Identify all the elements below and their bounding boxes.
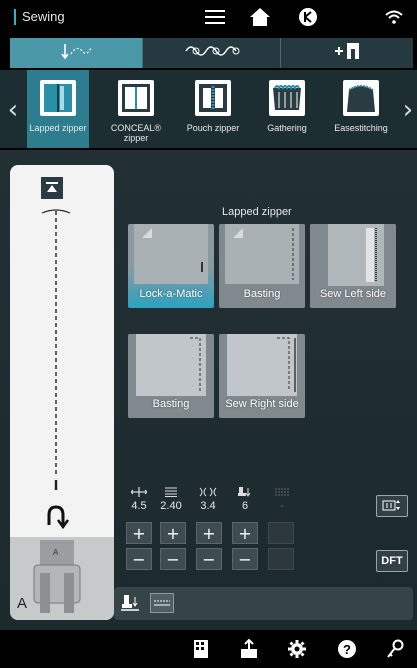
settings-gear-icon[interactable] [286,638,308,660]
param-value: 6 [241,500,249,512]
step-basting-2[interactable]: Basting [128,334,214,418]
param-thread-tension: 3.4 [195,486,221,512]
default-settings-button[interactable]: DFT [376,550,408,572]
param-value: - [280,500,284,512]
technique-conceal-zipper[interactable]: CONCEAL® zipper [105,70,167,148]
balance-icon [382,498,402,515]
app-title: Sewing [22,9,65,24]
technique-gathering[interactable]: Gathering [256,70,318,148]
stitch-line-graphic: A [10,209,114,620]
stitch-length-decrease-button[interactable]: − [160,548,186,570]
param-value: 2.40 [160,500,182,512]
technique-lapped-zipper[interactable]: Lapped zipper [27,70,89,148]
menu-icon[interactable] [203,6,227,28]
stitch-width-icon [126,486,152,498]
stitch-width-increase-button[interactable]: + [126,522,152,544]
svg-text:A: A [53,548,59,557]
help-icon[interactable]: ? [336,638,358,660]
bottom-toolbar: ? [0,630,417,668]
title-accent [14,9,16,25]
stitch-preview-panel: A A [10,165,114,620]
presser-foot-pressure-increase-button[interactable]: + [232,522,258,544]
scroll-left-arrow[interactable]: ‹ [6,90,20,130]
thread-tension-decrease-button[interactable]: − [196,548,222,570]
jobwatch-icon[interactable] [296,6,320,28]
svg-text:?: ? [343,642,351,657]
technique-label: CONCEAL® zipper [110,123,162,143]
step-label: Sew Right side [225,398,299,410]
presser-foot-pressure-decrease-button[interactable]: − [232,548,258,570]
step-label: Lock-a-Matic [139,288,203,300]
presser-foot-pressure-icon [232,486,258,498]
add-presser-foot-icon [333,41,361,66]
feed-dog-icon[interactable] [150,593,174,613]
gathering-icon [269,80,305,116]
stitch-density-icon [269,486,295,498]
technique-steps-title: Lapped zipper [222,206,292,218]
technique-label: Gathering [267,123,307,133]
stitch-width-decrease-button[interactable]: − [126,548,152,570]
param-stitch-length: 2.40 [158,486,184,512]
stitch-length-increase-button[interactable]: + [160,522,186,544]
scroll-right-arrow[interactable]: › [401,90,415,130]
status-bar: Sewing [0,0,417,34]
param-value: 3.4 [200,500,216,512]
tab-decorative-stitches[interactable] [142,38,280,68]
thread-tension-increase-button[interactable]: + [196,522,222,544]
step-label: Basting [243,288,281,300]
sewing-options-bar [114,587,413,620]
thread-tension-icon [195,486,221,498]
stitch-program-icon[interactable] [190,638,212,660]
technique-label: Lapped zipper [29,123,87,133]
technique-easestitching[interactable]: Easestitching [330,70,392,148]
decorative-stitch-icon [184,42,240,65]
pouch-zipper-icon [195,80,231,116]
step-label: Basting [152,398,190,410]
step-sew-right-side[interactable]: Sew Right side [219,334,305,418]
step-sew-left-side[interactable]: Sew Left side [310,224,396,308]
tab-add-technique[interactable] [280,38,413,68]
conceal-zipper-icon [118,80,154,116]
technique-pouch-zipper[interactable]: Pouch zipper [182,70,244,148]
param-value: 4.5 [131,500,147,512]
presser-foot-lift-icon[interactable] [118,592,142,614]
technique-label: Pouch zipper [186,123,240,133]
presser-foot-letter: A [17,595,28,612]
export-icon[interactable] [238,638,260,660]
tab-sewing-techniques[interactable] [10,38,142,68]
technique-selector: ‹ Lapped zipper CONCEAL® zipper Pouch zi… [0,70,417,148]
key-icon[interactable] [384,638,406,660]
stitch-density-decrease-button [268,548,294,570]
stitch-length-icon [158,486,184,498]
balance-button[interactable] [376,495,408,517]
technique-label: Easestitching [334,123,388,133]
stitch-density-increase-button [268,522,294,544]
step-basting-1[interactable]: Basting [219,224,305,308]
param-stitch-density: - [269,486,295,512]
category-tabs [10,38,413,68]
needle-stitch-icon [59,42,93,65]
home-icon[interactable] [248,6,272,28]
easestitching-icon [343,80,379,116]
param-stitch-width: 4.5 [126,486,152,512]
step-lock-a-matic[interactable]: Lock-a-Matic [128,224,214,308]
wifi-icon[interactable] [382,6,406,28]
param-presser-foot-pressure: 6 [232,486,258,512]
step-label: Sew Left side [319,288,387,300]
lapped-zipper-icon [40,80,76,116]
